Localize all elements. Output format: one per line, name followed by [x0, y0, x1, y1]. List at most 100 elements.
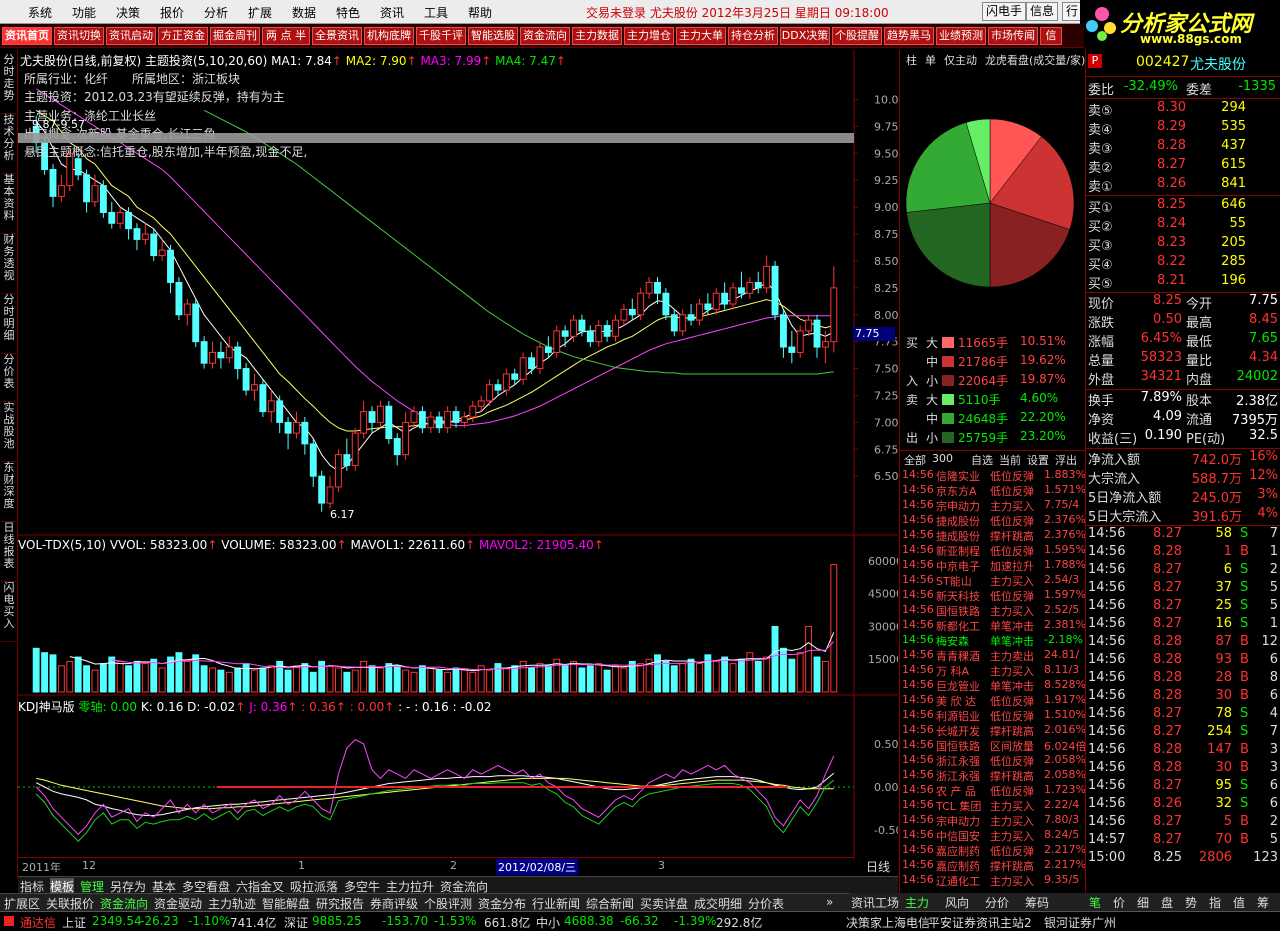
alert-row[interactable]: 14:56 新亚制程 低位反弹 1.595% — [902, 543, 1086, 558]
extension-tab-9[interactable]: 资金分布 — [478, 895, 526, 912]
ticker-item-0[interactable]: 通达信 — [20, 914, 56, 931]
side-tab-3[interactable]: 财务透视 — [1, 234, 17, 294]
side-tab-1[interactable]: 技术分析 — [1, 114, 17, 174]
menu-9[interactable]: 工具 — [424, 4, 448, 21]
menu-1[interactable]: 功能 — [72, 4, 96, 21]
side-tab-8[interactable]: 日线报表 — [1, 522, 17, 582]
menu-3[interactable]: 报价 — [160, 4, 184, 21]
alert-row[interactable]: 14:56 浙江永强 低位反弹 2.058% — [902, 753, 1086, 768]
right-tab-4[interactable]: 势 — [1185, 894, 1197, 911]
quote-button[interactable]: 行 — [1062, 2, 1083, 21]
pie-tab-1[interactable]: 单 — [925, 52, 936, 68]
menu-0[interactable]: 系统 — [28, 4, 52, 21]
news-tab-1[interactable]: 300 — [932, 452, 953, 465]
alert-row[interactable]: 14:56 国恒铁路 区间放量 6.024倍 — [902, 738, 1086, 753]
news-tab-5[interactable]: 浮出 — [1055, 452, 1077, 468]
toolbar-button-0[interactable]: 资讯首页 — [2, 27, 52, 45]
alert-row[interactable]: 14:56 巨龙管业 单笔冲击 8.528% — [902, 678, 1086, 693]
alert-row[interactable]: 14:56 捷成股份 撑杆跳高 2.376% — [902, 528, 1086, 543]
toolbar-button-10[interactable]: 资金流向 — [520, 27, 570, 45]
more-tabs-icon[interactable]: » — [826, 895, 833, 909]
toolbar-button-3[interactable]: 方正资金 — [158, 27, 208, 45]
alert-row[interactable]: 14:56 万 科A 主力买入 8.11/3 — [902, 663, 1086, 678]
mid-bottom-tab-2[interactable]: 风向 — [945, 894, 969, 911]
toolbar-button-15[interactable]: DDX决策 — [780, 27, 830, 45]
chart-area[interactable]: 10.009.759.509.259.008.758.508.258.007.7… — [18, 50, 898, 878]
side-tab-6[interactable]: 实战股池 — [1, 402, 17, 462]
menu-2[interactable]: 决策 — [116, 4, 140, 21]
extension-tab-1[interactable]: 关联报价 — [46, 895, 94, 912]
toolbar-button-1[interactable]: 资讯切换 — [54, 27, 104, 45]
side-tab-5[interactable]: 分价表 — [1, 354, 17, 402]
alert-row[interactable]: 14:56 ST能山 主力买入 2.54/3 — [902, 573, 1086, 588]
alert-row[interactable]: 14:56 宗申动力 主力买入 7.75/4 — [902, 498, 1086, 513]
alert-row[interactable]: 14:56 中京电子 加速拉升 1.788% — [902, 558, 1086, 573]
alert-row[interactable]: 14:56 美 欣 达 低位反弹 1.917% — [902, 693, 1086, 708]
toolbar-button-20[interactable]: 信 — [1040, 27, 1062, 45]
pie-tab-3[interactable]: 龙虎看盘(成交量/家) — [985, 52, 1085, 68]
extension-tab-3[interactable]: 资金驱动 — [154, 895, 202, 912]
mid-bottom-tab-3[interactable]: 分价 — [985, 894, 1009, 911]
extension-tab-14[interactable]: 分价表 — [748, 895, 784, 912]
right-tab-7[interactable]: 筹 — [1257, 894, 1269, 911]
alert-row[interactable]: 14:56 青青稞酒 主力卖出 24.81/ — [902, 648, 1086, 663]
news-tab-3[interactable]: 当前 — [999, 452, 1021, 468]
right-tab-5[interactable]: 指 — [1209, 894, 1221, 911]
toolbar-button-6[interactable]: 全景资讯 — [312, 27, 362, 45]
side-tab-0[interactable]: 分时走势 — [1, 54, 17, 114]
side-tab-9[interactable]: 闪电买入 — [1, 582, 17, 642]
right-tab-3[interactable]: 盘 — [1161, 894, 1173, 911]
alert-row[interactable]: 14:56 辽通化工 主力买入 9.35/5 — [902, 873, 1086, 888]
extension-tab-2[interactable]: 资金流向 — [100, 895, 148, 912]
alert-row[interactable]: 14:56 宗申动力 主力买入 7.80/3 — [902, 813, 1086, 828]
toolbar-button-9[interactable]: 智能选股 — [468, 27, 518, 45]
menu-7[interactable]: 特色 — [336, 4, 360, 21]
right-tab-0[interactable]: 笔 — [1089, 894, 1101, 911]
extension-tab-6[interactable]: 研究报告 — [316, 895, 364, 912]
alert-row[interactable]: 14:56 国恒铁路 主力买入 2.52/5 — [902, 603, 1086, 618]
extension-tab-13[interactable]: 成交明细 — [694, 895, 742, 912]
extension-tab-5[interactable]: 智能解盘 — [262, 895, 310, 912]
menu-4[interactable]: 分析 — [204, 4, 228, 21]
kline-chart[interactable]: 10.009.759.509.259.008.758.508.258.007.7… — [18, 50, 898, 878]
toolbar-button-12[interactable]: 主力增仓 — [624, 27, 674, 45]
extension-tab-8[interactable]: 个股评测 — [424, 895, 472, 912]
pie-tab-0[interactable]: 柱 — [906, 52, 917, 68]
extension-tab-4[interactable]: 主力轨迹 — [208, 895, 256, 912]
alert-row[interactable]: 14:56 京东方A 低位反弹 1.571% — [902, 483, 1086, 498]
alert-row[interactable]: 14:56 新天科技 低位反弹 1.597% — [902, 588, 1086, 603]
ticker-item-16[interactable]: 决策家上海电信 — [846, 914, 930, 931]
ticker-item-18[interactable]: 银河证券广州 — [1044, 914, 1116, 931]
alert-row[interactable]: 14:56 嘉应制药 撑杆跳高 2.217% — [902, 858, 1086, 873]
toolbar-button-4[interactable]: 掘金周刊 — [210, 27, 260, 45]
alert-row[interactable]: 14:56 TCL 集团 主力买入 2.22/4 — [902, 798, 1086, 813]
alert-row[interactable]: 14:56 新都化工 单笔冲击 2.381% — [902, 618, 1086, 633]
toolbar-button-13[interactable]: 主力大单 — [676, 27, 726, 45]
news-tab-4[interactable]: 设置 — [1027, 452, 1049, 468]
alert-row[interactable]: 14:56 农 产 品 低位反弹 1.723% — [902, 783, 1086, 798]
info-button[interactable]: 信息 — [1026, 2, 1059, 21]
flash-trade-button[interactable]: 闪电手 — [982, 2, 1027, 21]
mid-bottom-tab-0[interactable]: 资讯工场 — [851, 894, 899, 911]
toolbar-button-5[interactable]: 两 点 半 — [262, 27, 310, 45]
alert-row[interactable]: 14:56 中信国安 主力买入 8.24/5 — [902, 828, 1086, 843]
news-tab-0[interactable]: 全部 — [904, 452, 926, 468]
alert-row[interactable]: 14:56 嘉应制药 低位反弹 2.217% — [902, 843, 1086, 858]
toolbar-button-16[interactable]: 个股提醒 — [832, 27, 882, 45]
alert-row[interactable]: 14:56 信隆实业 低位反弹 1.883% — [902, 468, 1086, 483]
toolbar-button-18[interactable]: 业绩预测 — [936, 27, 986, 45]
side-tab-7[interactable]: 东财深度 — [1, 462, 17, 522]
right-tab-2[interactable]: 细 — [1137, 894, 1149, 911]
toolbar-button-7[interactable]: 机构底牌 — [364, 27, 414, 45]
alert-row[interactable]: 14:56 梅安森 单笔冲击 -2.18% — [902, 633, 1086, 648]
alert-row[interactable]: 14:56 长城开发 撑杆跳高 2.016% — [902, 723, 1086, 738]
extension-tab-7[interactable]: 券商评级 — [370, 895, 418, 912]
pie-tab-2[interactable]: 仅主动 — [944, 52, 977, 68]
extension-tab-12[interactable]: 买卖详盘 — [640, 895, 688, 912]
news-tab-2[interactable]: 自选 — [971, 452, 993, 468]
extension-tab-0[interactable]: 扩展区 — [4, 895, 40, 912]
right-tab-6[interactable]: 值 — [1233, 894, 1245, 911]
menu-6[interactable]: 数据 — [292, 4, 316, 21]
side-tab-2[interactable]: 基本资料 — [1, 174, 17, 234]
alert-row[interactable]: 14:56 捷成股份 低位反弹 2.376% — [902, 513, 1086, 528]
